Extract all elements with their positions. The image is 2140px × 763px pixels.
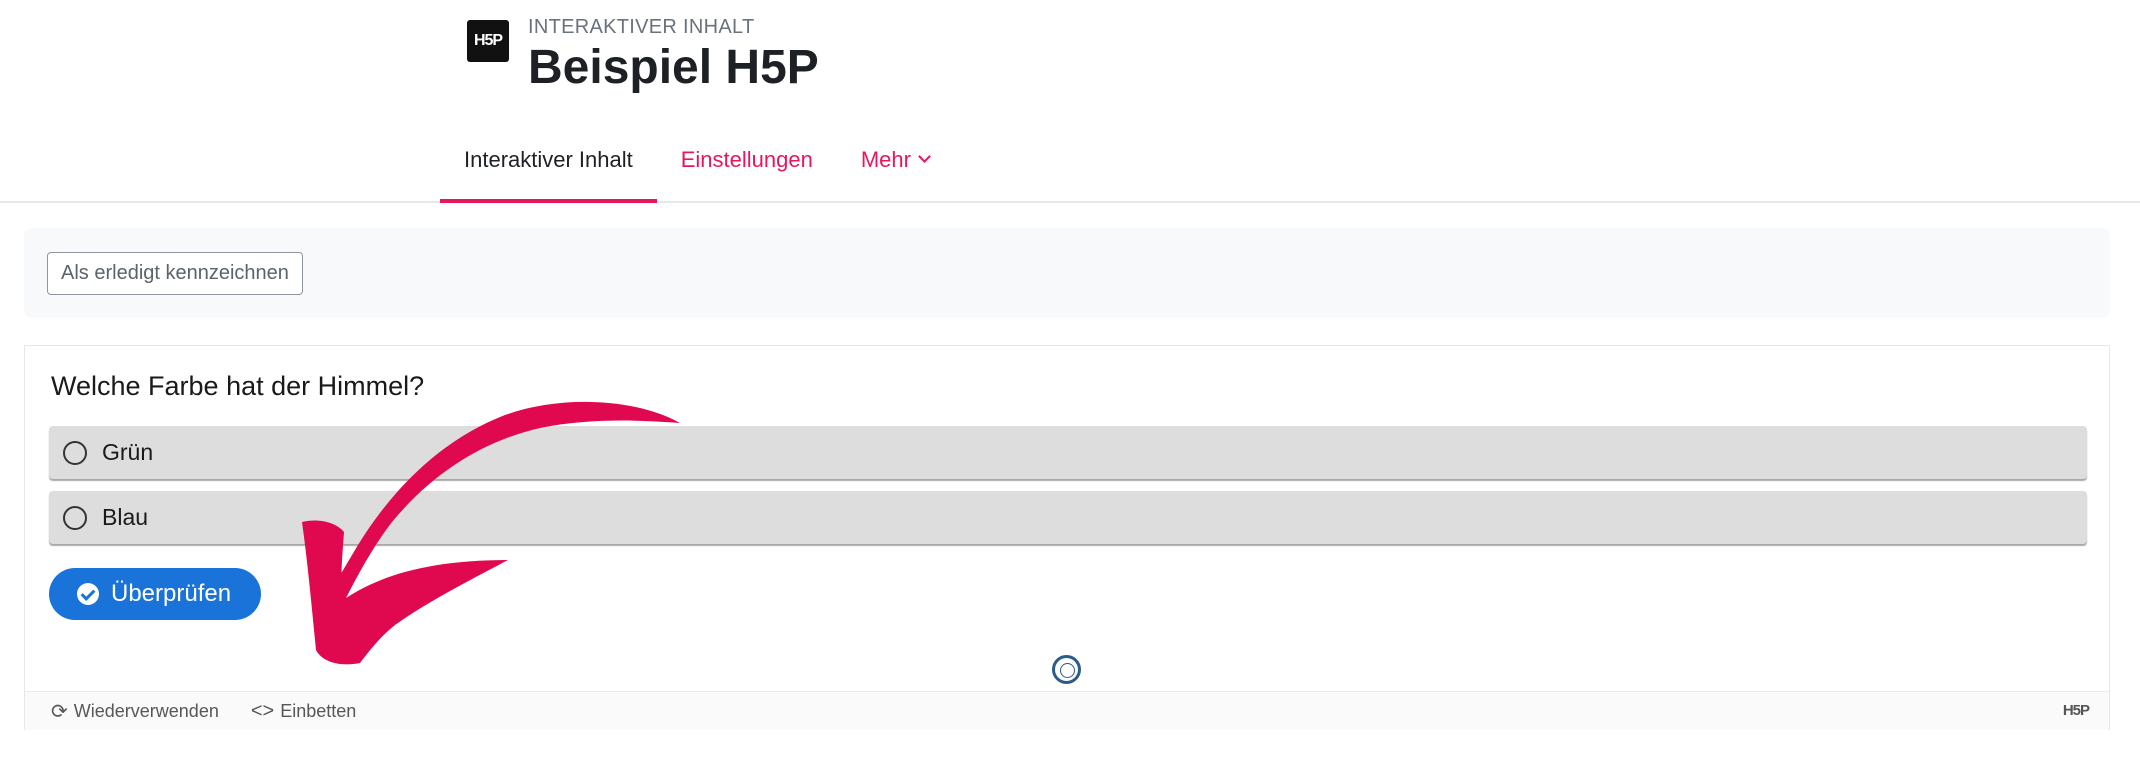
h5p-content-frame: Welche Farbe hat der Himmel? Grün Blau Ü… bbox=[24, 345, 2110, 730]
check-button[interactable]: Überprüfen bbox=[49, 568, 262, 620]
radio-icon[interactable] bbox=[63, 440, 87, 465]
embed-label: Einbetten bbox=[280, 700, 357, 721]
check-circle-icon bbox=[77, 583, 99, 605]
secondary-navigation: Interaktiver Inhalt Einstellungen Mehr bbox=[440, 130, 953, 203]
check-button-label: Überprüfen bbox=[111, 580, 232, 607]
h5p-actions-footer: ⟳ Wiederverwenden <> Einbetten H5P bbox=[25, 691, 2109, 730]
reuse-icon: ⟳ bbox=[51, 700, 68, 723]
progress-dot-icon[interactable] bbox=[1052, 655, 1081, 684]
page-title: Beispiel H5P bbox=[528, 41, 819, 94]
answer-label: Blau bbox=[102, 504, 149, 530]
answer-label: Grün bbox=[102, 439, 154, 465]
reuse-button[interactable]: ⟳ Wiederverwenden bbox=[51, 699, 219, 724]
tab-label: Mehr bbox=[860, 146, 911, 172]
page: H5P INTERAKTIVER INHALT Beispiel H5P Int… bbox=[0, 0, 2140, 763]
embed-button[interactable]: <> Einbetten bbox=[251, 700, 356, 723]
answer-option-gruen[interactable]: Grün bbox=[49, 426, 2087, 479]
reuse-label: Wiederverwenden bbox=[73, 700, 219, 721]
answer-option-blau[interactable]: Blau bbox=[49, 491, 2087, 544]
tab-settings[interactable]: Einstellungen bbox=[657, 130, 837, 203]
tab-more-dropdown[interactable]: Mehr bbox=[837, 130, 953, 203]
activity-type-label: INTERAKTIVER INHALT bbox=[528, 16, 755, 38]
question-text: Welche Farbe hat der Himmel? bbox=[51, 371, 425, 401]
mark-as-done-button[interactable]: Als erledigt kennzeichnen bbox=[47, 252, 303, 295]
tab-label: Einstellungen bbox=[680, 146, 813, 172]
activity-completion-area: Als erledigt kennzeichnen bbox=[24, 228, 2110, 318]
tab-interactive-content[interactable]: Interaktiver Inhalt bbox=[440, 130, 657, 203]
chevron-down-icon bbox=[918, 150, 931, 163]
tab-label: Interaktiver Inhalt bbox=[464, 146, 633, 172]
embed-icon: <> bbox=[250, 699, 275, 722]
activity-header: H5P INTERAKTIVER INHALT Beispiel H5P Int… bbox=[0, 0, 2140, 203]
radio-icon[interactable] bbox=[63, 505, 87, 530]
h5p-logo-icon: H5P bbox=[467, 20, 509, 62]
h5p-footer-logo-icon[interactable]: H5P bbox=[2063, 702, 2090, 719]
